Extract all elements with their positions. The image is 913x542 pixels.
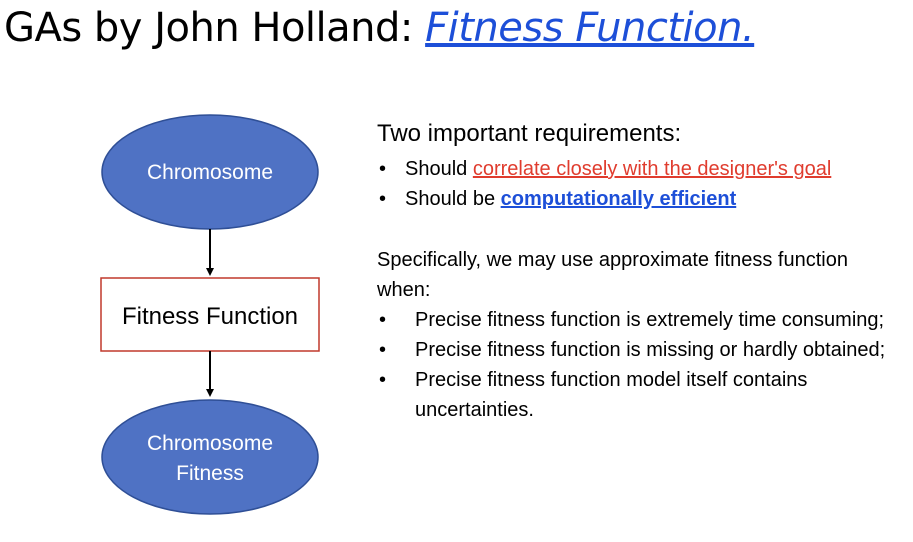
- requirements-heading: Two important requirements:: [377, 120, 682, 147]
- requirement-1-highlight[interactable]: correlate closely with the designer's go…: [473, 158, 831, 180]
- list-item: Precise fitness function is extremely ti…: [377, 305, 897, 335]
- chromosome-fitness-label-line1: Chromosome: [147, 432, 273, 455]
- specifically-intro: Specifically, we may use approximate fit…: [377, 249, 848, 301]
- list-item: Precise fitness function model itself co…: [377, 365, 897, 425]
- fitness-function-box-label: Fitness Function: [122, 303, 298, 330]
- chromosome-node-label: Chromosome: [147, 161, 273, 184]
- specifically-list: Precise fitness function is extremely ti…: [377, 305, 897, 425]
- requirement-item: Should be computationally efficient: [377, 184, 831, 214]
- requirement-1-prefix: Should: [405, 158, 473, 180]
- chromosome-fitness-node: [101, 399, 319, 515]
- requirements-list: Should correlate closely with the design…: [377, 154, 831, 214]
- list-item: Precise fitness function is missing or h…: [377, 335, 897, 365]
- chromosome-fitness-label-line2: Fitness: [176, 462, 244, 485]
- requirement-2-highlight[interactable]: computationally efficient: [501, 188, 737, 210]
- requirement-2-prefix: Should be: [405, 188, 501, 210]
- requirement-item: Should correlate closely with the design…: [377, 154, 831, 184]
